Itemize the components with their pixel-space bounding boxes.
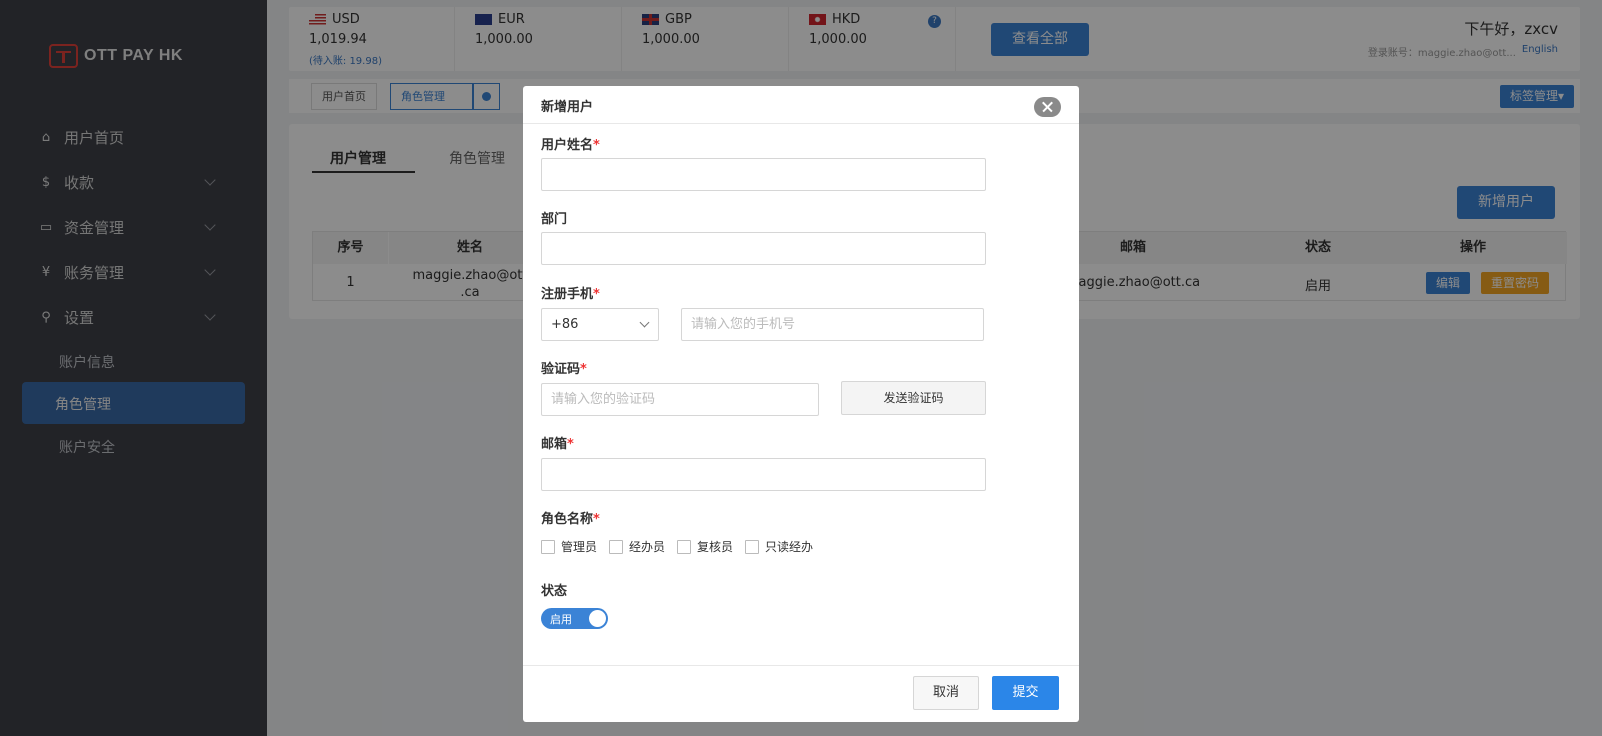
toggle-knob xyxy=(589,610,606,627)
role-checkbox-reviewer[interactable]: 复核员 xyxy=(677,538,733,555)
add-user-dialog: 新增用户 用户姓名* 部门 注册手机* +86 验证码* 发送验证码 邮箱* 角… xyxy=(523,86,1079,722)
phone-input[interactable] xyxy=(681,308,984,341)
phone-label: 注册手机* xyxy=(541,287,600,302)
submit-button[interactable]: 提交 xyxy=(992,676,1059,710)
roles-checkbox-group: 管理员 经办员 复核员 只读经办 xyxy=(541,538,813,555)
cancel-button[interactable]: 取消 xyxy=(913,676,979,710)
department-label: 部门 xyxy=(541,212,568,227)
country-code-select[interactable]: +86 xyxy=(541,308,659,341)
username-input[interactable] xyxy=(541,158,986,191)
username-label: 用户姓名* xyxy=(541,138,600,153)
status-toggle[interactable]: 启用 xyxy=(541,608,608,629)
checkbox[interactable] xyxy=(677,539,692,554)
close-icon[interactable] xyxy=(1034,97,1061,117)
role-checkbox-operator[interactable]: 经办员 xyxy=(609,538,665,555)
roles-label: 角色名称* xyxy=(541,512,600,527)
role-checkbox-admin[interactable]: 管理员 xyxy=(541,538,597,555)
checkbox[interactable] xyxy=(609,539,624,554)
dialog-title: 新增用户 xyxy=(541,100,594,115)
email-label: 邮箱* xyxy=(541,437,574,452)
send-code-button[interactable]: 发送验证码 xyxy=(841,381,986,415)
status-label: 状态 xyxy=(541,584,568,599)
divider xyxy=(523,123,1079,124)
role-checkbox-readonly[interactable]: 只读经办 xyxy=(745,538,813,555)
checkbox[interactable] xyxy=(541,539,555,554)
country-code-value: +86 xyxy=(551,317,579,332)
email-input[interactable] xyxy=(541,458,986,491)
verification-code-input[interactable] xyxy=(541,383,819,416)
chevron-down-icon xyxy=(639,317,650,328)
verification-code-label: 验证码* xyxy=(541,362,587,377)
department-input[interactable] xyxy=(541,232,986,265)
checkbox[interactable] xyxy=(745,539,760,554)
divider xyxy=(523,665,1079,666)
toggle-label: 启用 xyxy=(550,613,572,626)
